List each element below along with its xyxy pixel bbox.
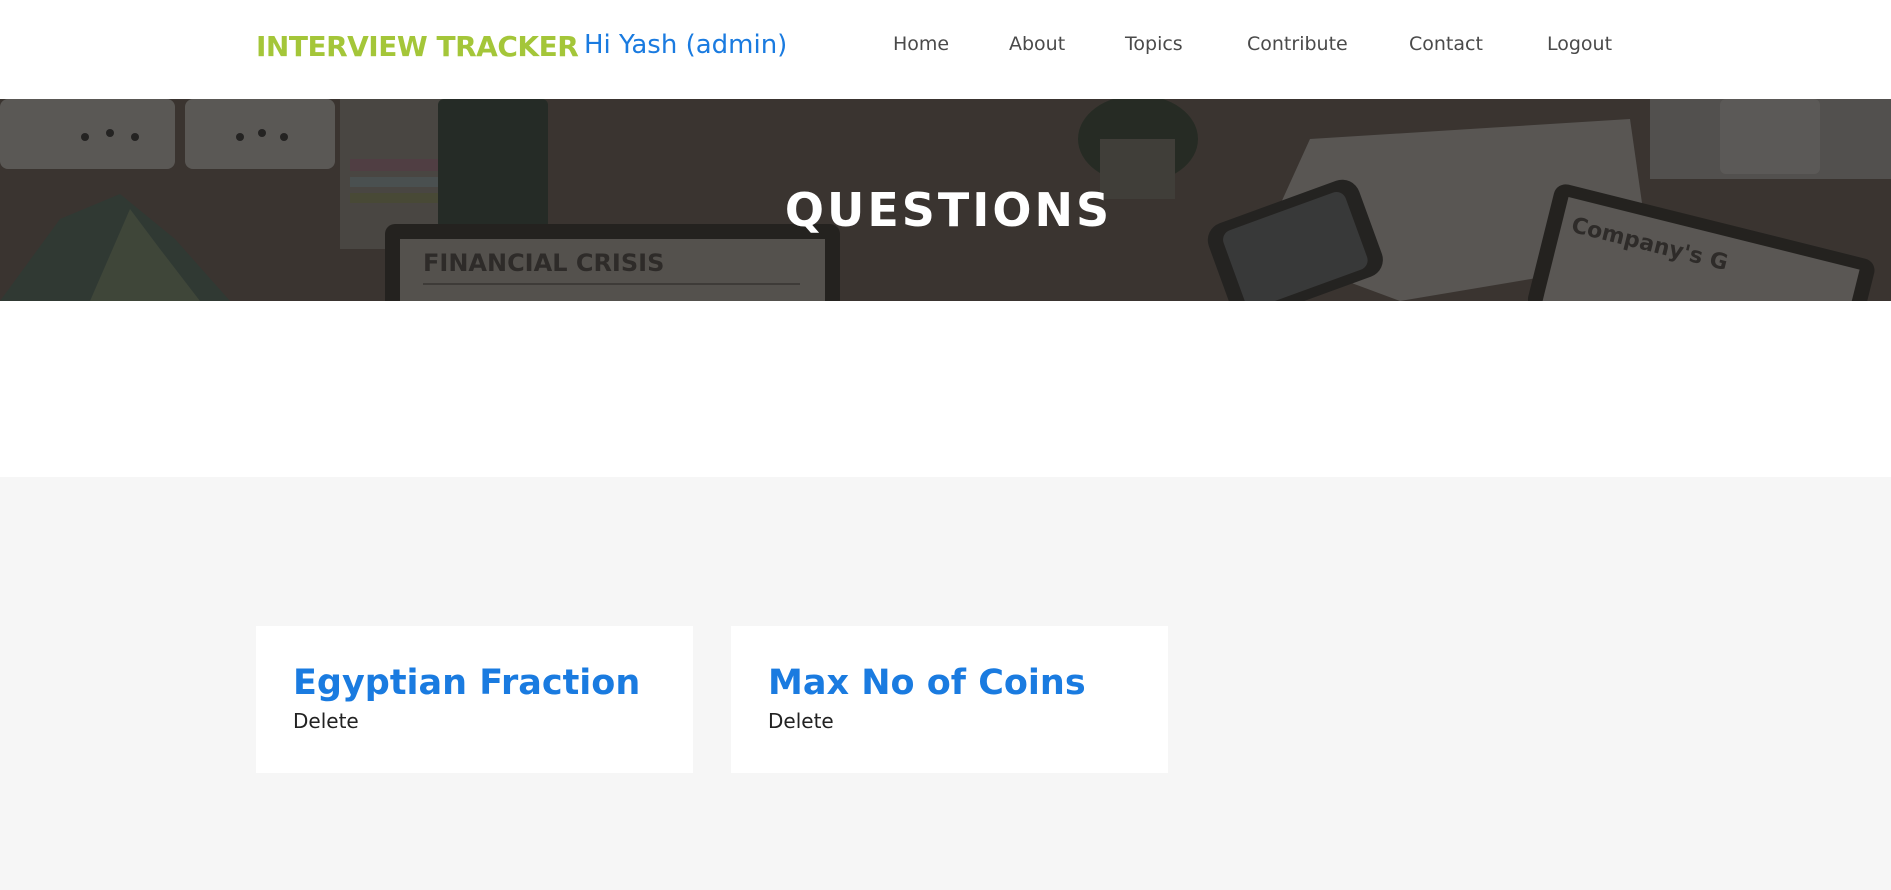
question-card: Egyptian Fraction Delete bbox=[256, 626, 693, 773]
delete-question-link[interactable]: Delete bbox=[293, 709, 359, 733]
delete-question-link[interactable]: Delete bbox=[768, 709, 834, 733]
nav-link-contribute[interactable]: Contribute bbox=[1247, 33, 1348, 55]
nav-link-about[interactable]: About bbox=[1009, 33, 1065, 55]
nav-link-logout[interactable]: Logout bbox=[1547, 33, 1612, 55]
nav-link-home[interactable]: Home bbox=[893, 33, 949, 55]
navbar: INTERVIEW TRACKER Hi Yash (admin) Home A… bbox=[0, 0, 1891, 99]
hero-banner: FINANCIAL CRISIS Company's G QUESTIONS bbox=[0, 99, 1891, 301]
question-title-link[interactable]: Max No of Coins bbox=[768, 664, 1086, 703]
nav-link-contact[interactable]: Contact bbox=[1409, 33, 1483, 55]
spacer-section bbox=[0, 301, 1891, 477]
nav-link-topics[interactable]: Topics bbox=[1125, 33, 1183, 55]
main-nav: Home About Topics Contribute Contact Log… bbox=[0, 33, 1891, 63]
questions-section: Egyptian Fraction Delete Max No of Coins… bbox=[0, 477, 1891, 890]
question-card: Max No of Coins Delete bbox=[731, 626, 1168, 773]
question-title-link[interactable]: Egyptian Fraction bbox=[293, 664, 640, 703]
page-title: QUESTIONS bbox=[784, 183, 1113, 237]
